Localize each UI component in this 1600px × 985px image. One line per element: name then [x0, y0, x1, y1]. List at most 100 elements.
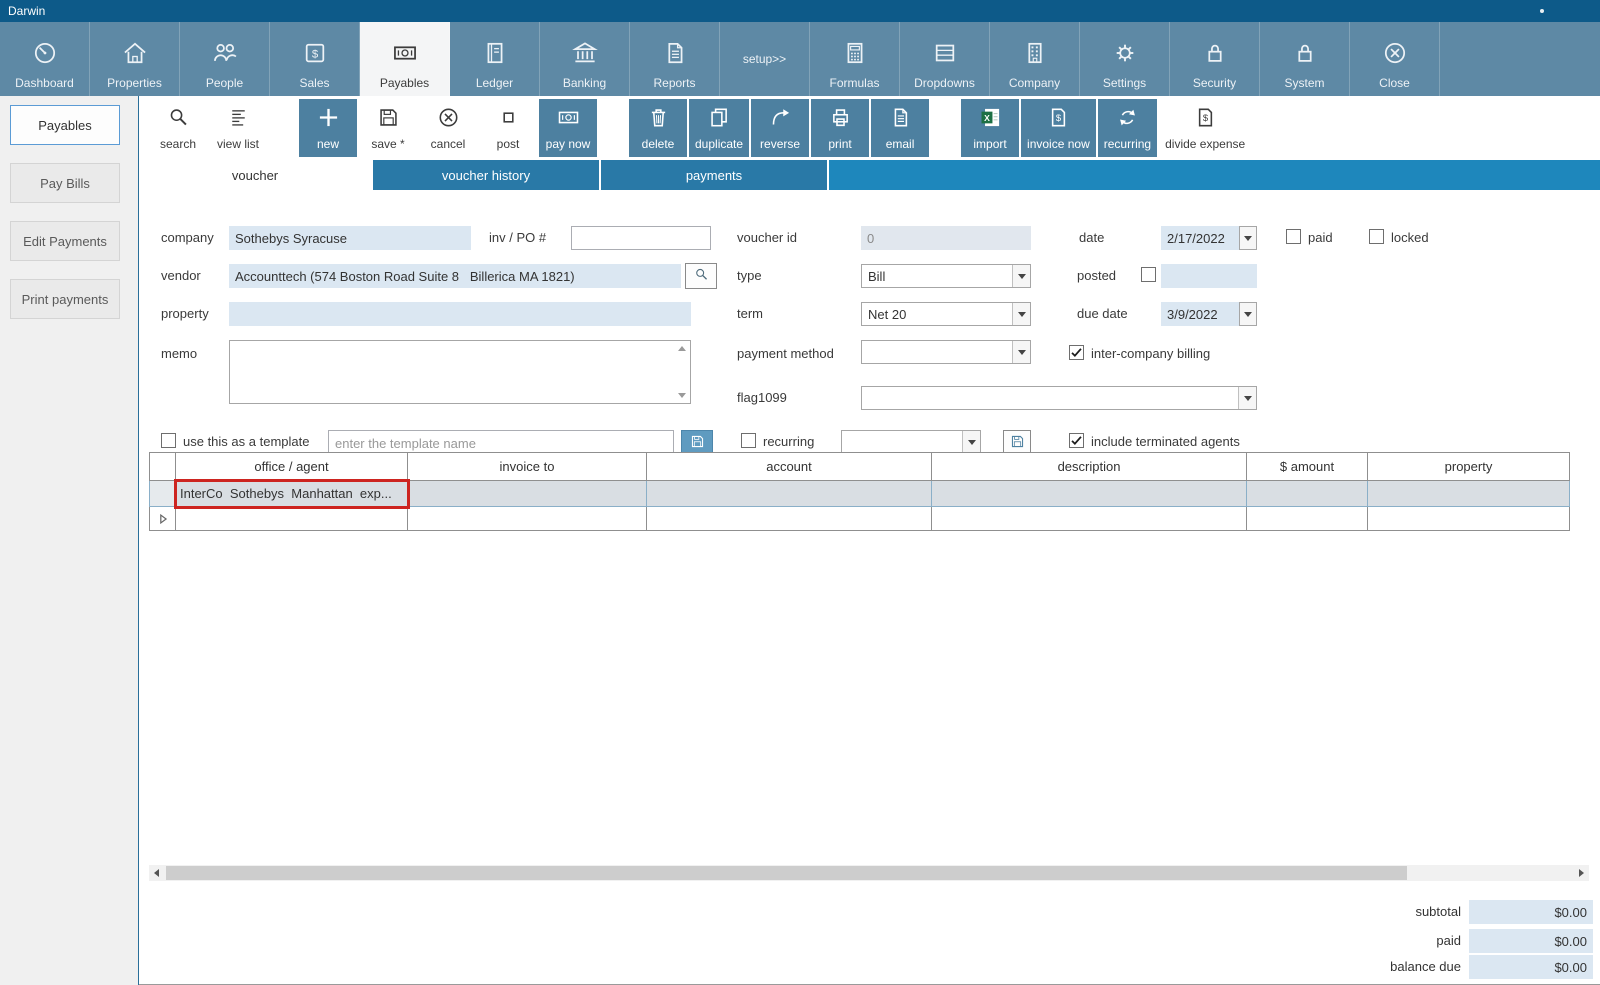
due-date-picker[interactable]: 3/9/2022 — [1161, 302, 1257, 326]
paid-checkbox[interactable] — [1286, 229, 1301, 244]
tab-voucher[interactable]: voucher — [139, 160, 371, 190]
sidebar-item-print-payments[interactable]: Print payments — [10, 279, 120, 319]
posted-checkbox[interactable] — [1141, 267, 1156, 282]
cancel-button[interactable]: cancel — [419, 99, 477, 157]
office-agent-cell[interactable] — [175, 506, 408, 531]
company-field[interactable] — [229, 226, 471, 250]
chevron-down-icon[interactable] — [1239, 302, 1257, 326]
property-cell[interactable] — [1367, 480, 1570, 507]
sidebar-item-pay-bills[interactable]: Pay Bills — [10, 163, 120, 203]
ribbon-item-settings[interactable]: Settings — [1080, 22, 1170, 96]
divide-expense-button[interactable]: divide expense — [1159, 99, 1252, 157]
delete-button[interactable]: delete — [629, 99, 687, 157]
line-items-grid: office / agent invoice to account descri… — [149, 452, 1570, 531]
copy-icon — [707, 105, 732, 133]
people-icon — [211, 39, 239, 72]
date-picker[interactable]: 2/17/2022 — [1161, 226, 1257, 250]
account-cell[interactable] — [646, 506, 932, 531]
chevron-down-icon[interactable] — [1239, 226, 1257, 250]
amount-cell[interactable] — [1246, 480, 1368, 507]
ribbon-item-dashboard[interactable]: Dashboard — [0, 22, 90, 96]
save-button[interactable]: save * — [359, 99, 417, 157]
sidebar-item-payables[interactable]: Payables — [10, 105, 120, 145]
column-header-office-agent[interactable]: office / agent — [175, 452, 408, 481]
ribbon-item-setup[interactable]: setup>> — [720, 22, 810, 96]
scroll-right-arrow[interactable] — [1574, 865, 1589, 881]
window-control-dot[interactable] — [1540, 9, 1544, 13]
office-agent-cell[interactable]: InterCo Sothebys Manhattan exp... — [173, 478, 410, 509]
ribbon-item-properties[interactable]: Properties — [90, 22, 180, 96]
new-button[interactable]: new — [299, 99, 357, 157]
duplicate-button[interactable]: duplicate — [689, 99, 750, 157]
chevron-down-icon[interactable] — [1012, 303, 1030, 325]
ribbon-item-formulas[interactable]: Formulas — [810, 22, 900, 96]
ribbon-item-payables[interactable]: Payables — [360, 22, 450, 96]
row-selector-cell[interactable] — [149, 506, 176, 531]
vendor-search-button[interactable] — [685, 263, 717, 289]
scroll-down-icon[interactable] — [678, 393, 686, 398]
ribbon-item-company[interactable]: Company — [990, 22, 1080, 96]
invoice-to-cell[interactable] — [407, 506, 647, 531]
ribbon-item-sales[interactable]: Sales — [270, 22, 360, 96]
scrollbar-track[interactable] — [164, 865, 1574, 881]
chevron-down-icon[interactable] — [1012, 341, 1030, 363]
search-button[interactable]: search — [149, 99, 207, 157]
ribbon-item-ledger[interactable]: Ledger — [450, 22, 540, 96]
include-terminated-agents-checkbox[interactable] — [1069, 433, 1084, 448]
column-header-amount[interactable]: $ amount — [1246, 452, 1368, 481]
ribbon-item-close[interactable]: Close — [1350, 22, 1440, 96]
vendor-field[interactable] — [229, 264, 681, 288]
sidebar-item-edit-payments[interactable]: Edit Payments — [10, 221, 120, 261]
scroll-up-icon[interactable] — [678, 346, 686, 351]
ribbon-item-people[interactable]: People — [180, 22, 270, 96]
recurring-button[interactable]: recurring — [1097, 99, 1158, 157]
ribbon-item-system[interactable]: System — [1260, 22, 1350, 96]
list-icon — [226, 105, 251, 133]
import-button[interactable]: import — [961, 99, 1020, 157]
property-cell[interactable] — [1367, 506, 1570, 531]
use-as-template-checkbox[interactable] — [161, 433, 176, 448]
scroll-left-arrow[interactable] — [149, 865, 164, 881]
recurring-checkbox[interactable] — [741, 433, 756, 448]
type-dropdown[interactable]: Bill — [861, 264, 1031, 288]
reverse-button[interactable]: reverse — [751, 99, 810, 157]
invoice-to-cell[interactable] — [407, 480, 647, 507]
print-button[interactable]: print — [811, 99, 870, 157]
inter-company-billing-checkbox[interactable] — [1069, 345, 1084, 360]
column-header-description[interactable]: description — [931, 452, 1247, 481]
ribbon-item-security[interactable]: Security — [1170, 22, 1260, 96]
balance-due-label: balance due — [1390, 959, 1461, 974]
account-cell[interactable] — [646, 480, 932, 507]
ribbon-item-banking[interactable]: Banking — [540, 22, 630, 96]
term-dropdown[interactable]: Net 20 — [861, 302, 1031, 326]
post-button[interactable]: post — [479, 99, 537, 157]
description-cell[interactable] — [931, 480, 1247, 507]
chevron-down-icon[interactable] — [962, 431, 980, 453]
column-header-invoice-to[interactable]: invoice to — [407, 452, 647, 481]
flag1099-dropdown[interactable] — [861, 386, 1257, 410]
ribbon-item-reports[interactable]: Reports — [630, 22, 720, 96]
chevron-down-icon[interactable] — [1238, 387, 1256, 409]
column-header-property[interactable]: property — [1367, 452, 1570, 481]
voucher-id-field[interactable] — [861, 226, 1031, 250]
column-header-account[interactable]: account — [646, 452, 932, 481]
chevron-down-icon[interactable] — [1012, 265, 1030, 287]
invoice-now-button[interactable]: invoice now — [1021, 99, 1096, 157]
tab-voucher-history[interactable]: voucher history — [373, 160, 599, 190]
recurring-dropdown[interactable] — [841, 430, 981, 454]
row-selector-cell[interactable] — [149, 480, 176, 507]
amount-cell[interactable] — [1246, 506, 1368, 531]
tab-payments[interactable]: payments — [601, 160, 827, 190]
locked-checkbox[interactable] — [1369, 229, 1384, 244]
payment-method-dropdown[interactable] — [861, 340, 1031, 364]
description-cell[interactable] — [931, 506, 1247, 531]
ribbon-item-dropdowns[interactable]: Dropdowns — [900, 22, 990, 96]
memo-input[interactable] — [230, 341, 690, 403]
scrollbar-thumb[interactable] — [166, 866, 1407, 880]
property-field[interactable] — [229, 302, 691, 326]
row-selector-header[interactable] — [149, 452, 176, 481]
view-list-button[interactable]: view list — [209, 99, 267, 157]
email-button[interactable]: email — [871, 99, 930, 157]
pay-now-button[interactable]: pay now — [539, 99, 597, 157]
inv-po-field[interactable] — [571, 226, 711, 250]
